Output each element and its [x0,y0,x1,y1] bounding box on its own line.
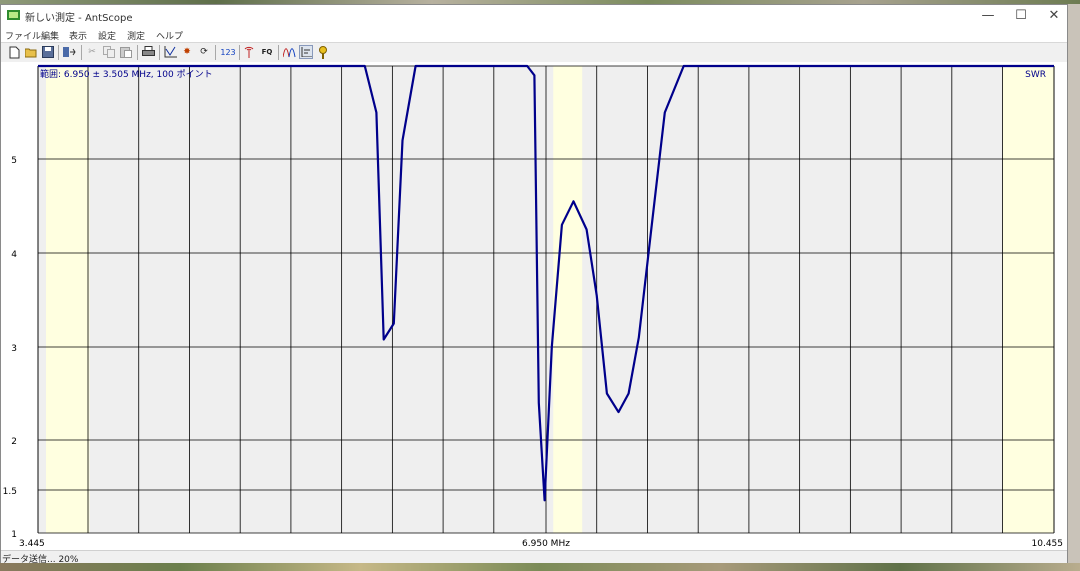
menu-file[interactable]: ファイル [5,29,41,42]
paste-icon[interactable] [119,45,133,59]
title-bar[interactable]: 新しい測定 - AntScope — ☐ ✕ [1,5,1067,27]
toolbar-separator [137,45,138,60]
menu-view[interactable]: 表示 [69,29,87,42]
x-tick-label: 6.950 MHz [522,539,570,549]
antenna-icon[interactable] [242,45,256,59]
y-tick-label: 1.5 [3,487,17,497]
ham-band-highlight [553,66,583,533]
toolbar-separator [278,45,279,60]
toolbar: ✂ ✸ ⟳ 123 FQ [1,42,1067,63]
menu-help[interactable]: ヘルプ [156,29,183,42]
y-tick-label: 5 [11,156,17,166]
menu-measure[interactable]: 測定 [127,29,145,42]
range-info-label: 範囲: 6.950 ± 3.505 MHz, 100 ポイント [40,68,213,80]
y-tick-label: 2 [11,437,17,447]
copy-icon[interactable] [102,45,116,59]
export-icon[interactable] [62,45,76,59]
window-title: 新しい測定 - AntScope [25,13,133,24]
close-button[interactable]: ✕ [1039,5,1069,25]
minimize-button[interactable]: — [973,5,1003,25]
chart-area: 1 1.5 2 3 4 5 3.445 6.950 MHz 10.455 範囲: 6.950 ± … [1,62,1067,550]
y-axis-label: SWR [1025,70,1046,80]
x-tick-label: 3.445 [19,539,45,549]
desktop-background-bottom [0,563,1080,571]
menu-settings[interactable]: 設定 [98,29,116,42]
y-tick-label: 4 [11,250,17,260]
cut-icon[interactable]: ✂ [85,45,99,59]
y-tick-label: 1 [11,530,17,540]
toolbar-separator [81,45,82,60]
toolbar-separator [239,45,240,60]
print-icon[interactable] [141,45,155,59]
bars-icon[interactable] [299,45,313,59]
ham-band-highlight [45,66,90,533]
swr-chart[interactable]: 1 1.5 2 3 4 5 3.445 6.950 MHz 10.455 範囲: 6.950 ± … [1,62,1067,550]
y-tick-label: 3 [11,344,17,354]
chart-icon[interactable] [163,45,177,59]
numbers-icon[interactable]: 123 [219,45,237,59]
status-bar: データ送信... 20% [1,550,1067,565]
maximize-button[interactable]: ☐ [1006,5,1036,25]
refresh-icon[interactable]: ⟳ [197,45,211,59]
toolbar-separator [58,45,59,60]
save-icon[interactable] [41,45,55,59]
toolbar-separator [215,45,216,60]
help-icon[interactable] [316,45,330,59]
fq-icon[interactable]: FQ [259,45,275,59]
star-icon[interactable]: ✸ [180,45,194,59]
ham-band-highlight [1002,66,1054,533]
antscope-window: 新しい測定 - AntScope — ☐ ✕ ファイル 編集 表示 設定 測定 … [0,4,1068,565]
antscope-app-icon [7,10,20,20]
toolbar-separator [159,45,160,60]
menu-bar: ファイル 編集 表示 設定 測定 ヘルプ [1,27,1067,42]
new-icon[interactable] [7,45,21,59]
curves-icon[interactable] [282,45,296,59]
x-tick-label: 10.455 [1032,539,1064,549]
menu-edit[interactable]: 編集 [41,29,59,42]
open-icon[interactable] [24,45,38,59]
